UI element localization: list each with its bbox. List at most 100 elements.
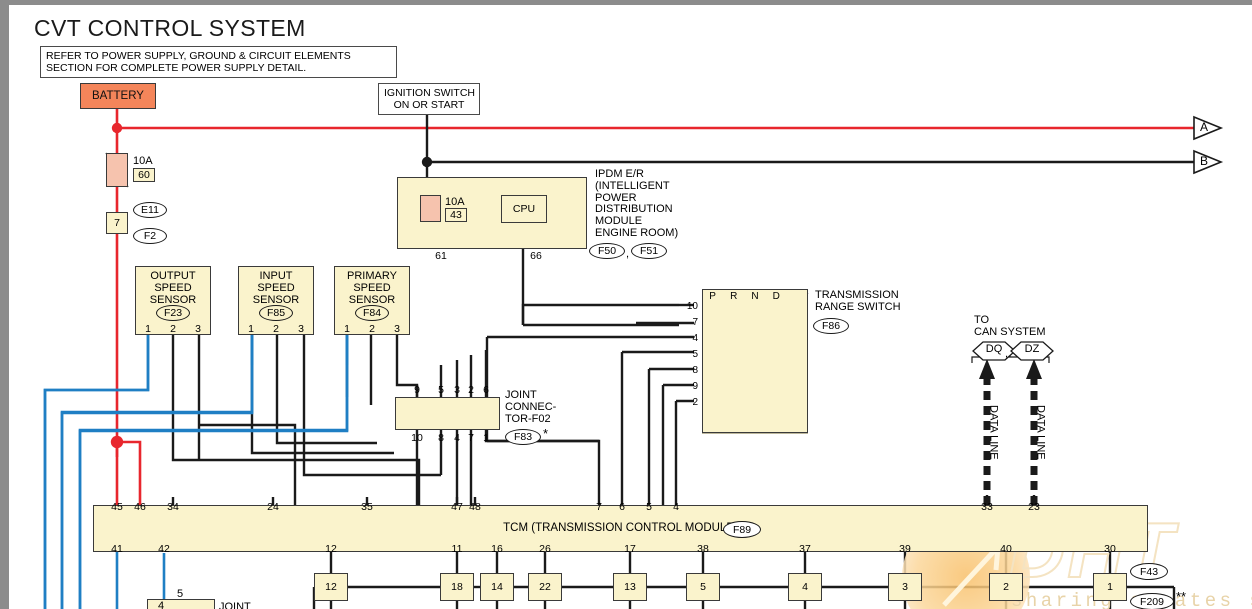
sensor-pin-f85-3: 3 <box>298 323 304 335</box>
can-marker-separator: , <box>1005 348 1009 360</box>
tcm-pin-24: 24 <box>267 501 279 513</box>
range-switch-row-8: 8 <box>692 365 698 376</box>
tcm-pin-30: 30 <box>1104 543 1116 555</box>
sensor-pin-f84-1: 1 <box>344 323 350 335</box>
ipdm-fuse-amp: 10A <box>445 196 465 208</box>
range-switch-row-4: 4 <box>692 333 698 344</box>
range-switch-row-5: 5 <box>692 349 698 360</box>
can-marker-dz: DZ <box>1024 343 1040 355</box>
range-switch-row-7: 7 <box>692 317 698 328</box>
ipdm-cpu-box: CPU <box>501 195 547 223</box>
range-switch-box <box>702 289 808 433</box>
connector-f43: F43 <box>1130 563 1168 580</box>
tcm-pin-39: 39 <box>899 543 911 555</box>
tcm-pin-35: 35 <box>361 501 373 513</box>
sensor-pin-f23-2: 2 <box>170 323 176 335</box>
battery-box: BATTERY <box>80 83 156 109</box>
ipdm-pin-61: 61 <box>435 250 447 262</box>
edge-marker-a: A <box>1200 120 1209 134</box>
bottom-connector-box-14-2: 14 <box>480 573 514 601</box>
sensor-pin-f23-3: 3 <box>195 323 201 335</box>
joint-f02-top-pin-5: 5 <box>438 384 444 396</box>
joint-connector-f02-label: JOINT CONNEC- TOR-F02 <box>505 389 557 425</box>
connector-f209-asterisk: ** <box>1176 589 1187 604</box>
tcm-pin-48: 48 <box>469 501 481 513</box>
sensor-name-f85: INPUT SPEED SENSOR <box>252 270 300 306</box>
tcm-pin-38: 38 <box>697 543 709 555</box>
range-switch-row-2: 2 <box>692 397 698 408</box>
tcm-pin-23: 23 <box>1028 501 1040 513</box>
ipdm-fuse-symbol <box>420 195 441 222</box>
edge-marker-b: B <box>1200 154 1209 168</box>
sensor-pin-f84-3: 3 <box>394 323 400 335</box>
tcm-pin-33: 33 <box>981 501 993 513</box>
main-fuse-number: 60 <box>133 168 155 182</box>
bottom-connector-box-3-7: 3 <box>888 573 922 601</box>
tcm-pin-12: 12 <box>325 543 337 555</box>
tcm-pin-42: 42 <box>158 543 170 555</box>
connector-e11: E11 <box>133 202 167 218</box>
range-switch-row-10: 10 <box>686 301 698 312</box>
bottom-joint-pin-5: 5 <box>177 588 184 600</box>
sensor-pin-f84-2: 2 <box>369 323 375 335</box>
range-switch-col-N: N <box>751 291 759 302</box>
tcm-pin-46: 46 <box>134 501 146 513</box>
tcm-pin-4: 4 <box>673 501 679 513</box>
main-fuse-symbol <box>106 153 128 187</box>
can-data-line-label-dq: DATA LINE <box>987 405 1000 460</box>
range-switch-row-9: 9 <box>692 381 698 392</box>
ipdm-conn-separator: , <box>626 248 630 260</box>
tcm-pin-16: 16 <box>491 543 503 555</box>
signal-wires-detail <box>43 335 349 609</box>
bottom-joint-label: JOINT <box>219 601 251 609</box>
connector-f86: F86 <box>813 318 849 334</box>
tcm-pin-37: 37 <box>799 543 811 555</box>
bottom-connector-box-5-5: 5 <box>686 573 720 601</box>
can-data-line-label-dz: DATA LINE <box>1034 405 1047 460</box>
connector-f84: F84 <box>355 305 389 321</box>
ipdm-fuse-number: 43 <box>445 208 467 222</box>
connector-f23: F23 <box>156 305 190 321</box>
joint-f02-top-pin-9: 9 <box>414 384 420 396</box>
bottom-connector-box-12-0: 12 <box>314 573 348 601</box>
ipdm-label: IPDM E/R (INTELLIGENT POWER DISTRIBUTION… <box>595 168 679 239</box>
bottom-connector-box-22-3: 22 <box>528 573 562 601</box>
bottom-connector-box-18-1: 18 <box>440 573 474 601</box>
joint-f02-top-pin-2: 2 <box>468 384 474 396</box>
can-system-label: TO CAN SYSTEM <box>974 314 1046 338</box>
sensor-pin-f23-1: 1 <box>145 323 151 335</box>
tcm-label: TCM (TRANSMISSION CONTROL MODULE) <box>503 522 738 534</box>
connector-f209: F209 <box>1130 593 1174 609</box>
joint-f02-top-pin-6: 6 <box>483 384 489 396</box>
connector-f83: F83 <box>505 429 541 445</box>
tcm-pin-17: 17 <box>624 543 636 555</box>
sensor-pin-f85-1: 1 <box>248 323 254 335</box>
tcm-pin-11: 11 <box>451 543 463 555</box>
joint-f02-bottom-pin-10: 10 <box>411 432 423 444</box>
tcm-pin-40: 40 <box>1000 543 1012 555</box>
signal-wires <box>43 335 349 609</box>
connector-f2: F2 <box>133 228 167 244</box>
ipdm-pin-66: 66 <box>530 250 542 262</box>
tcm-pin-26: 26 <box>539 543 551 555</box>
range-switch-col-R: R <box>730 291 738 302</box>
ignition-switch-box: IGNITION SWITCH ON OR START <box>378 83 480 115</box>
joint-connector-f02-asterisk: * <box>543 426 549 441</box>
connector-f51: F51 <box>631 243 667 259</box>
tcm-pin-34: 34 <box>167 501 179 513</box>
range-switch-col-P: P <box>709 291 716 302</box>
main-fuse-amp: 10A <box>133 155 153 167</box>
connector-f89: F89 <box>723 521 761 538</box>
bottom-connector-box-2-8: 2 <box>989 573 1023 601</box>
tcm-pin-6: 6 <box>619 501 625 513</box>
sensor-pin-f85-2: 2 <box>273 323 279 335</box>
bottom-connector-box-1-9: 1 <box>1093 573 1127 601</box>
inline-connector-pin: 7 <box>106 212 128 234</box>
joint-connector-f02-box <box>395 397 500 430</box>
tcm-pin-45: 45 <box>111 501 123 513</box>
range-switch-label: TRANSMISSION RANGE SWITCH <box>815 289 901 313</box>
tcm-pin-7: 7 <box>596 501 602 513</box>
joint-f02-bottom-pin-1: 1 <box>483 432 489 444</box>
sensor-name-f84: PRIMARY SPEED SENSOR <box>347 270 397 306</box>
connector-f85: F85 <box>259 305 293 321</box>
